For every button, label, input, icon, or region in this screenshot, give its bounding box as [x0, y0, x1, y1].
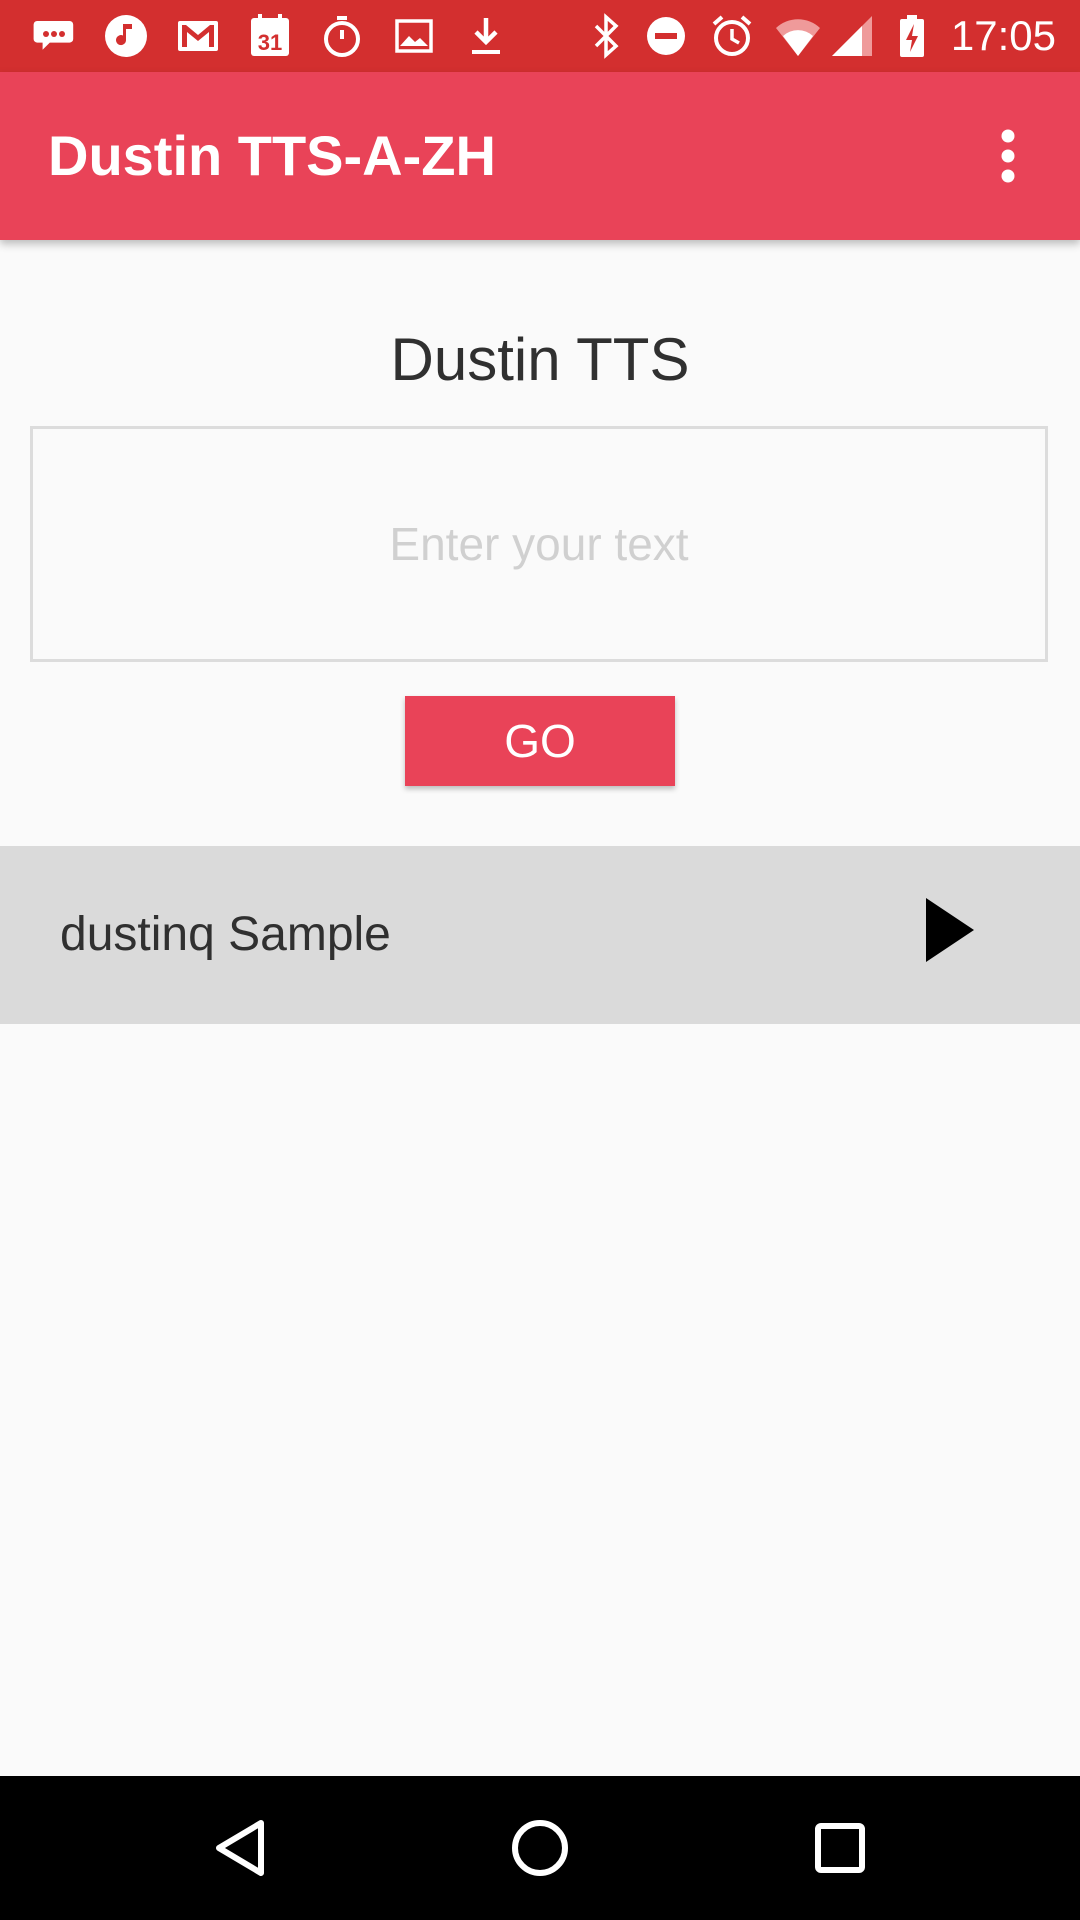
screen: 31 17:05 Dustin TTS-A-ZH Dustin TTS Ente…	[0, 0, 1080, 1920]
calendar-day-text: 31	[258, 30, 282, 55]
app-title: Dustin TTS-A-ZH	[48, 124, 496, 187]
navigation-bar	[0, 1776, 1080, 1920]
chat-bubble-icon	[30, 12, 78, 60]
stopwatch-icon	[318, 12, 366, 60]
play-icon[interactable]	[908, 880, 988, 980]
text-input[interactable]	[30, 426, 1048, 662]
battery-charging-icon	[888, 12, 936, 60]
status-time: 17:05	[950, 12, 1056, 59]
download-icon	[462, 12, 510, 60]
calendar-icon: 31	[246, 12, 294, 60]
go-button[interactable]: GO	[405, 696, 675, 786]
app-bar: Dustin TTS-A-ZH	[0, 72, 1080, 240]
alarm-icon	[708, 12, 756, 60]
image-icon	[390, 12, 438, 60]
do-not-disturb-icon	[642, 12, 690, 60]
wifi-icon	[774, 12, 822, 60]
music-note-icon	[102, 12, 150, 60]
back-icon[interactable]	[190, 1798, 290, 1898]
cell-signal-icon	[828, 12, 876, 60]
bluetooth-icon	[582, 12, 630, 60]
sample-label: dustinq Sample	[60, 908, 391, 961]
home-icon[interactable]	[490, 1798, 590, 1898]
status-bar: 31 17:05	[0, 0, 1080, 72]
more-vert-icon[interactable]	[960, 108, 1056, 204]
page-heading: Dustin TTS	[390, 326, 690, 393]
gmail-icon	[174, 12, 222, 60]
recents-icon[interactable]	[790, 1798, 890, 1898]
